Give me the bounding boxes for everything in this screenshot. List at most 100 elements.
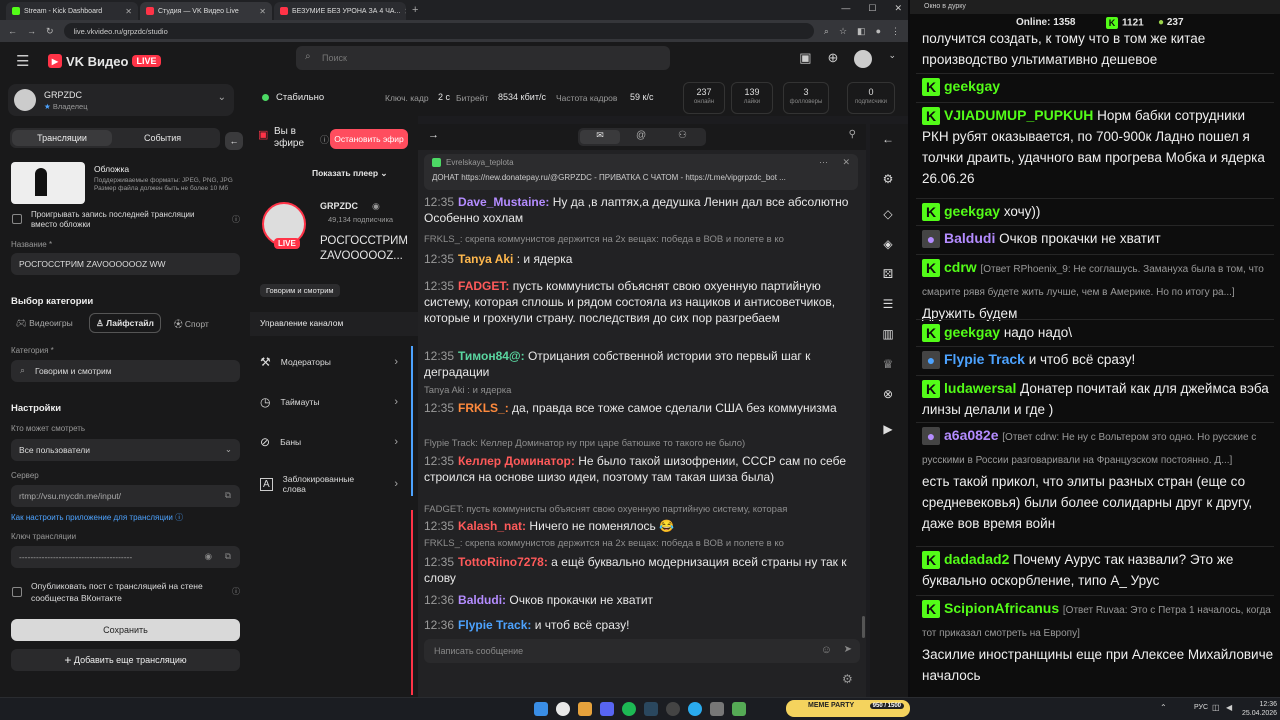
replay-checkbox[interactable] bbox=[12, 214, 22, 224]
back-icon[interactable]: ← bbox=[8, 26, 17, 36]
tab-kick[interactable]: Stream - Kick Dashboard ✕ bbox=[6, 2, 138, 20]
category-tag[interactable]: Говорим и смотрим bbox=[260, 284, 340, 297]
username[interactable]: ludawersal bbox=[944, 380, 1016, 396]
username[interactable]: Dave_Mustaine: bbox=[458, 195, 549, 209]
reload-icon[interactable]: ↻ bbox=[46, 26, 54, 37]
username[interactable]: VJIADUMUP_PUPKUH bbox=[944, 107, 1093, 123]
chrome-icon[interactable] bbox=[556, 702, 570, 716]
send-icon[interactable]: ➤ bbox=[844, 644, 852, 655]
settings-gear-icon[interactable]: ⚙ bbox=[880, 172, 896, 188]
menu-dots-icon[interactable]: ⋮ bbox=[891, 26, 900, 37]
username[interactable]: Baldudi: bbox=[458, 593, 506, 607]
blocked-words-item[interactable]: A Заблокированные слова › bbox=[250, 464, 410, 504]
username[interactable]: a6a082e bbox=[944, 427, 999, 443]
scrollbar[interactable] bbox=[862, 616, 865, 638]
new-tab-button[interactable]: + bbox=[412, 4, 418, 16]
chat-bubble-icon[interactable]: ✉ bbox=[580, 130, 620, 144]
username[interactable]: Тимон84@: bbox=[458, 349, 525, 363]
username[interactable]: Келлер Доминатор: bbox=[458, 454, 575, 468]
tab-streams[interactable]: Трансляции bbox=[12, 130, 112, 146]
forward-icon[interactable]: → bbox=[27, 26, 36, 36]
trophy-icon[interactable]: ♕ bbox=[880, 357, 896, 373]
chart-icon[interactable]: ▥ bbox=[880, 327, 896, 343]
username[interactable]: geekgay bbox=[944, 203, 1000, 219]
spotify-icon[interactable] bbox=[622, 702, 636, 716]
close-icon[interactable]: ✕ bbox=[842, 157, 850, 168]
howto-link[interactable]: Как настроить приложение для трансляции … bbox=[11, 512, 183, 523]
dice-icon[interactable]: ⚄ bbox=[880, 267, 896, 283]
extensions-icon[interactable]: ◧ bbox=[857, 26, 866, 37]
telegram-icon[interactable] bbox=[688, 702, 702, 716]
windows-start-icon[interactable] bbox=[534, 702, 548, 716]
list-icon[interactable]: ☰ bbox=[880, 297, 896, 313]
explorer-icon[interactable] bbox=[578, 702, 592, 716]
cat-games[interactable]: 🎮︎ Видеоигры bbox=[16, 318, 73, 329]
close-window-icon[interactable]: ✕ bbox=[894, 3, 902, 14]
close-icon[interactable]: ✕ bbox=[259, 7, 266, 16]
maximize-icon[interactable]: ☐ bbox=[868, 3, 876, 14]
pin-icon[interactable]: ⚲ bbox=[849, 129, 856, 140]
chat-input[interactable]: Написать сообщение ☺ ➤ bbox=[424, 639, 860, 663]
username[interactable]: dadadad2 bbox=[944, 551, 1009, 567]
video-icon[interactable]: ▶ bbox=[880, 422, 896, 438]
app-icon[interactable] bbox=[732, 702, 746, 716]
username[interactable]: FADGET: bbox=[458, 279, 509, 293]
server-field[interactable]: rtmp://vsu.mycdn.me/input/ ⧉ bbox=[11, 485, 240, 507]
settings-gear-icon[interactable]: ⚙ bbox=[842, 672, 853, 686]
cat-lifestyle[interactable]: ♙ Лайфстайл bbox=[89, 313, 161, 333]
close-icon[interactable]: ✕ bbox=[404, 7, 406, 16]
copy-icon[interactable]: ⧉ bbox=[225, 490, 231, 501]
username[interactable]: geekgay bbox=[944, 324, 1000, 340]
timeouts-item[interactable]: ◷ Таймауты › bbox=[250, 382, 410, 422]
tray-chevron-icon[interactable]: ⌃ bbox=[1160, 703, 1167, 712]
steam-icon[interactable] bbox=[644, 702, 658, 716]
publish-checkbox[interactable] bbox=[12, 587, 22, 597]
moderators-item[interactable]: ⚒ Модераторы › bbox=[250, 342, 410, 382]
search-input[interactable]: ⌕ Поиск bbox=[296, 46, 670, 70]
tab-vk-studio[interactable]: Студия — VK Видео Live ✕ bbox=[140, 2, 272, 20]
cat-sport[interactable]: ⚽︎ Спорт bbox=[174, 318, 209, 330]
network-icon[interactable]: ◫ bbox=[1212, 703, 1220, 712]
bookmark-star-icon[interactable]: ☆ bbox=[839, 26, 847, 37]
users-icon[interactable]: ⚇ bbox=[678, 130, 687, 141]
avatar[interactable] bbox=[854, 50, 873, 68]
emoji-icon[interactable]: ☺ bbox=[821, 644, 832, 656]
eye-icon[interactable]: ◉ bbox=[205, 551, 212, 562]
obs-icon[interactable] bbox=[666, 702, 680, 716]
username[interactable]: Tanya Aki bbox=[458, 252, 513, 266]
username[interactable]: TottoRiino7278: bbox=[458, 555, 548, 569]
show-player-button[interactable]: Показать плеер ⌄ bbox=[312, 168, 388, 179]
category-input[interactable]: ⌕ Говорим и смотрим bbox=[11, 360, 240, 382]
close-icon[interactable]: ✕ bbox=[125, 7, 132, 16]
stop-stream-button[interactable]: Остановить эфир bbox=[330, 129, 408, 149]
more-icon[interactable]: ⋯ bbox=[819, 157, 828, 168]
meme-party-widget[interactable]: MEME PARTY 950 / 1500 bbox=[786, 700, 910, 717]
clock[interactable]: 12:36 25.04.2026 bbox=[1242, 700, 1277, 718]
language-indicator[interactable]: РУС bbox=[1194, 704, 1208, 711]
username[interactable]: Flypie Track: bbox=[458, 618, 531, 632]
gem-icon[interactable]: ◈ bbox=[880, 237, 896, 253]
username[interactable]: Kalash_nat: bbox=[458, 519, 526, 533]
app-icon[interactable] bbox=[710, 702, 724, 716]
no-emoji-icon[interactable]: ⊗ bbox=[880, 387, 896, 403]
add-stream-button[interactable]: + Добавить еще трансляцию bbox=[11, 649, 240, 671]
channel-selector[interactable]: GRPZDC ★ Владелец ⌄ bbox=[8, 84, 234, 116]
hamburger-menu-icon[interactable]: ☰ bbox=[16, 52, 29, 70]
bans-item[interactable]: ⊘ Баны › bbox=[250, 422, 410, 462]
chevron-down-icon[interactable]: ⌄ bbox=[888, 50, 896, 68]
mention-icon[interactable]: @ bbox=[636, 130, 646, 141]
add-icon[interactable]: ⊕ bbox=[828, 50, 839, 68]
username[interactable]: cdrw bbox=[944, 259, 977, 275]
tab-youtube[interactable]: БЕЗУМИЕ БЕЗ УРОНА ЗА 4 ЧА...✕ bbox=[274, 2, 406, 20]
arrow-left-icon[interactable]: ← bbox=[880, 132, 896, 148]
username[interactable]: Baldudi bbox=[944, 230, 995, 246]
username[interactable]: geekgay bbox=[944, 78, 1000, 94]
profile-icon[interactable]: ● bbox=[876, 26, 881, 36]
username[interactable]: FRKLS_: bbox=[458, 401, 509, 415]
notifications-icon[interactable]: ▣ bbox=[799, 50, 811, 68]
username[interactable]: ScipionAfricanus bbox=[944, 600, 1059, 616]
who-can-watch-select[interactable]: Все пользователи ⌄ bbox=[11, 439, 240, 461]
tab-events[interactable]: События bbox=[144, 133, 181, 143]
cover-thumbnail[interactable] bbox=[11, 162, 85, 204]
save-button[interactable]: Сохранить bbox=[11, 619, 240, 641]
